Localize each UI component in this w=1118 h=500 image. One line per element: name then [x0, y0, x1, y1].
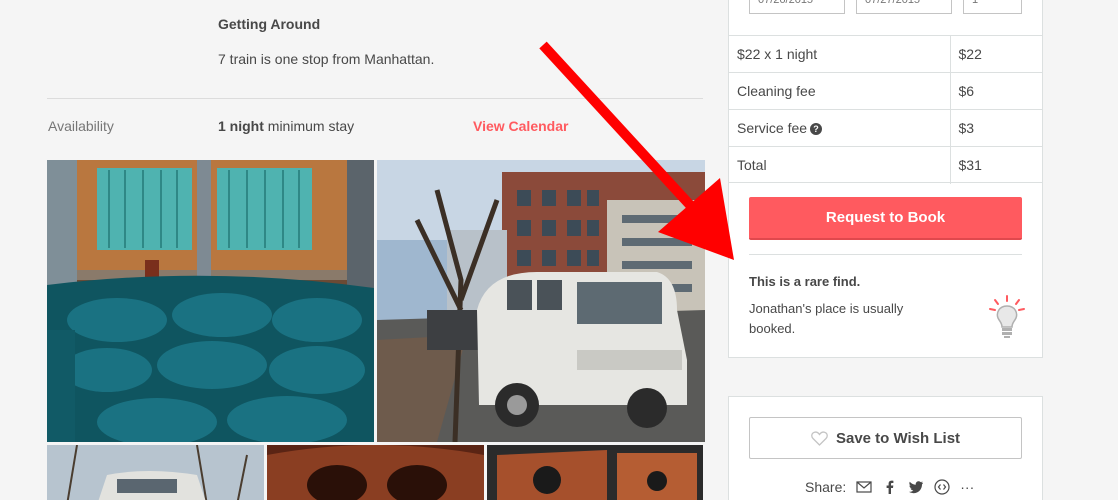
- rare-find-title: This is a rare find.: [749, 274, 861, 289]
- min-stay-text: minimum stay: [263, 118, 355, 134]
- help-icon[interactable]: ?: [810, 123, 823, 135]
- lightbulb-icon: [989, 295, 1025, 338]
- save-to-wishlist-label: Save to Wish List: [835, 429, 961, 447]
- price-breakdown-table: $22 x 1 night $22 Cleaning fee $6 Servic…: [729, 35, 1042, 184]
- facebook-icon[interactable]: [882, 479, 898, 495]
- min-stay-nights: 1 night: [218, 118, 264, 134]
- request-to-book-button[interactable]: Request to Book: [749, 197, 1022, 240]
- getting-around-text: 7 train is one stop from Manhattan.: [218, 51, 435, 67]
- wishlist-panel: Save to Wish List Share: ···: [728, 396, 1043, 500]
- share-row: Share: ···: [805, 479, 974, 495]
- table-bottom-border: [729, 182, 1042, 183]
- heart-icon: [811, 430, 828, 446]
- checkin-field[interactable]: 07/26/2015: [749, 0, 845, 14]
- getting-around-title: Getting Around: [218, 16, 321, 32]
- photo-van-street[interactable]: [377, 160, 705, 442]
- twitter-icon[interactable]: [908, 479, 924, 495]
- photo-van-exterior[interactable]: [47, 445, 264, 500]
- price-row-service: Service fee? $3: [729, 109, 1042, 147]
- price-row-nights: $22 x 1 night $22: [729, 35, 1042, 73]
- save-to-wishlist-button[interactable]: Save to Wish List: [749, 417, 1022, 459]
- price-label-service: Service fee?: [729, 109, 951, 147]
- price-label: Total: [729, 146, 951, 184]
- more-share-options[interactable]: ···: [960, 479, 974, 495]
- photo-van-woodpanel[interactable]: [487, 445, 703, 500]
- view-calendar-link[interactable]: View Calendar: [473, 118, 568, 134]
- price-label: Service fee: [737, 120, 808, 136]
- checkout-field[interactable]: 07/27/2015: [856, 0, 952, 14]
- booking-panel: 07/26/2015 07/27/2015 1 $22 x 1 night $2…: [728, 0, 1043, 358]
- rare-find-text: Jonathan's place is usually booked.: [749, 301, 904, 336]
- embed-icon[interactable]: [934, 479, 950, 495]
- availability-label: Availability: [48, 118, 114, 134]
- email-icon[interactable]: [856, 479, 872, 495]
- price-label: $22 x 1 night: [729, 35, 951, 73]
- price-value: $22: [958, 46, 982, 62]
- price-value: $6: [958, 83, 975, 99]
- price-value: $31: [958, 157, 982, 174]
- photo-van-interior[interactable]: [47, 160, 374, 442]
- price-label: Cleaning fee: [729, 72, 951, 110]
- photo-van-dashboard[interactable]: [267, 445, 484, 500]
- minimum-stay: 1 night minimum stay: [218, 118, 354, 134]
- price-value: $3: [958, 120, 975, 136]
- panel-divider: [749, 254, 1022, 255]
- price-row-cleaning: Cleaning fee $6: [729, 72, 1042, 110]
- price-row-total: Total $31: [729, 146, 1042, 184]
- listing-main: Getting Around 7 train is one stop from …: [47, 0, 705, 500]
- share-label: Share:: [805, 479, 847, 495]
- section-divider: [47, 98, 703, 99]
- guests-select[interactable]: 1: [963, 0, 1022, 14]
